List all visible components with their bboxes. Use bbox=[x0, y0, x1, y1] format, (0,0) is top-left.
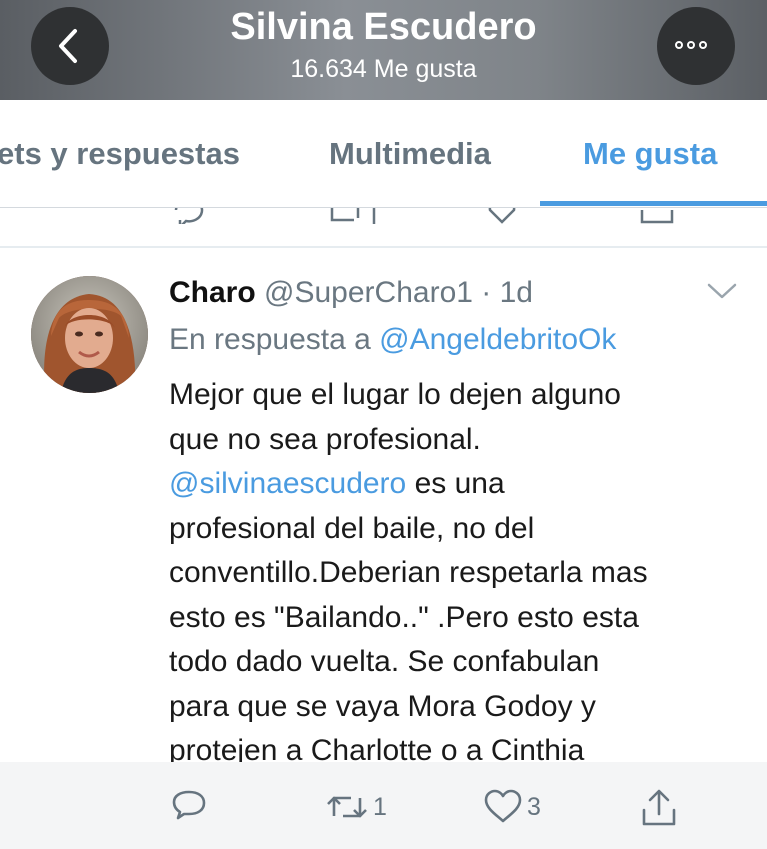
like-button[interactable]: 3 bbox=[483, 788, 541, 826]
tweet-author-row: Charo @SuperCharo1 · 1d bbox=[169, 276, 533, 310]
avatar-photo bbox=[31, 276, 148, 393]
share-icon[interactable] bbox=[638, 208, 678, 224]
body-mention[interactable]: @silvinaescudero bbox=[169, 467, 406, 500]
tab-likes[interactable]: Me gusta bbox=[583, 136, 717, 172]
heart-icon[interactable] bbox=[484, 208, 554, 224]
reply-prefix: En respuesta a bbox=[169, 323, 371, 356]
retweet-button[interactable]: 1 bbox=[325, 788, 387, 826]
likes-count: 16.634 Me gusta bbox=[290, 55, 477, 83]
reply-button[interactable] bbox=[170, 788, 208, 826]
tweet-line: todo dado vuelta. Se confabulan bbox=[169, 645, 600, 678]
like-count: 3 bbox=[527, 792, 541, 821]
tweet-line: para que se vaya Mora Godoy y bbox=[169, 689, 596, 723]
reply-icon bbox=[172, 790, 206, 820]
retweet-icon bbox=[327, 796, 367, 818]
heart-icon bbox=[484, 789, 522, 823]
tweet-line: @silvinaescudero es una bbox=[169, 467, 505, 500]
previous-tweet-actions bbox=[0, 208, 767, 224]
tweet-body: Mejor que el lugar lo dejen alguno que n… bbox=[169, 373, 759, 774]
author-handle[interactable]: @SuperCharo1 bbox=[264, 276, 473, 309]
author-name[interactable]: Charo bbox=[169, 276, 256, 309]
retweet-count: 1 bbox=[373, 792, 387, 821]
active-tab-indicator bbox=[540, 201, 767, 206]
tweet-time: 1d bbox=[499, 276, 533, 309]
share-icon bbox=[642, 789, 676, 826]
retweet-icon[interactable] bbox=[328, 208, 388, 224]
reply-icon[interactable] bbox=[172, 208, 208, 224]
tweet-line: Mejor que el lugar lo dejen alguno bbox=[169, 378, 621, 411]
tab-media[interactable]: Multimedia bbox=[329, 136, 491, 172]
avatar[interactable] bbox=[31, 276, 148, 393]
tweet-line: profesional del baile, no del bbox=[169, 511, 535, 545]
tweet-divider bbox=[0, 246, 767, 248]
tweet-line: que no sea profesional. bbox=[169, 422, 481, 456]
meta-separator: · bbox=[481, 276, 492, 309]
reply-to-mention[interactable]: @AngeldebritoOk bbox=[379, 323, 616, 356]
tab-tweets-and-replies[interactable]: ets y respuestas bbox=[0, 136, 240, 172]
chevron-down-icon[interactable] bbox=[705, 280, 739, 302]
share-button[interactable] bbox=[640, 788, 678, 828]
reply-context: En respuesta a @AngeldebritoOk bbox=[169, 323, 616, 357]
more-options-button[interactable] bbox=[657, 7, 735, 85]
profile-header: Silvina Escudero 16.634 Me gusta bbox=[0, 0, 767, 100]
profile-name: Silvina Escudero bbox=[230, 6, 537, 48]
more-options-icon bbox=[675, 41, 707, 49]
profile-tabs: ets y respuestas Multimedia Me gusta bbox=[0, 100, 767, 208]
tweet-line: conventillo.Deberian respetarla mas bbox=[169, 556, 648, 589]
tweet-line: esto es "Bailando.." .Pero esto esta bbox=[169, 600, 639, 634]
